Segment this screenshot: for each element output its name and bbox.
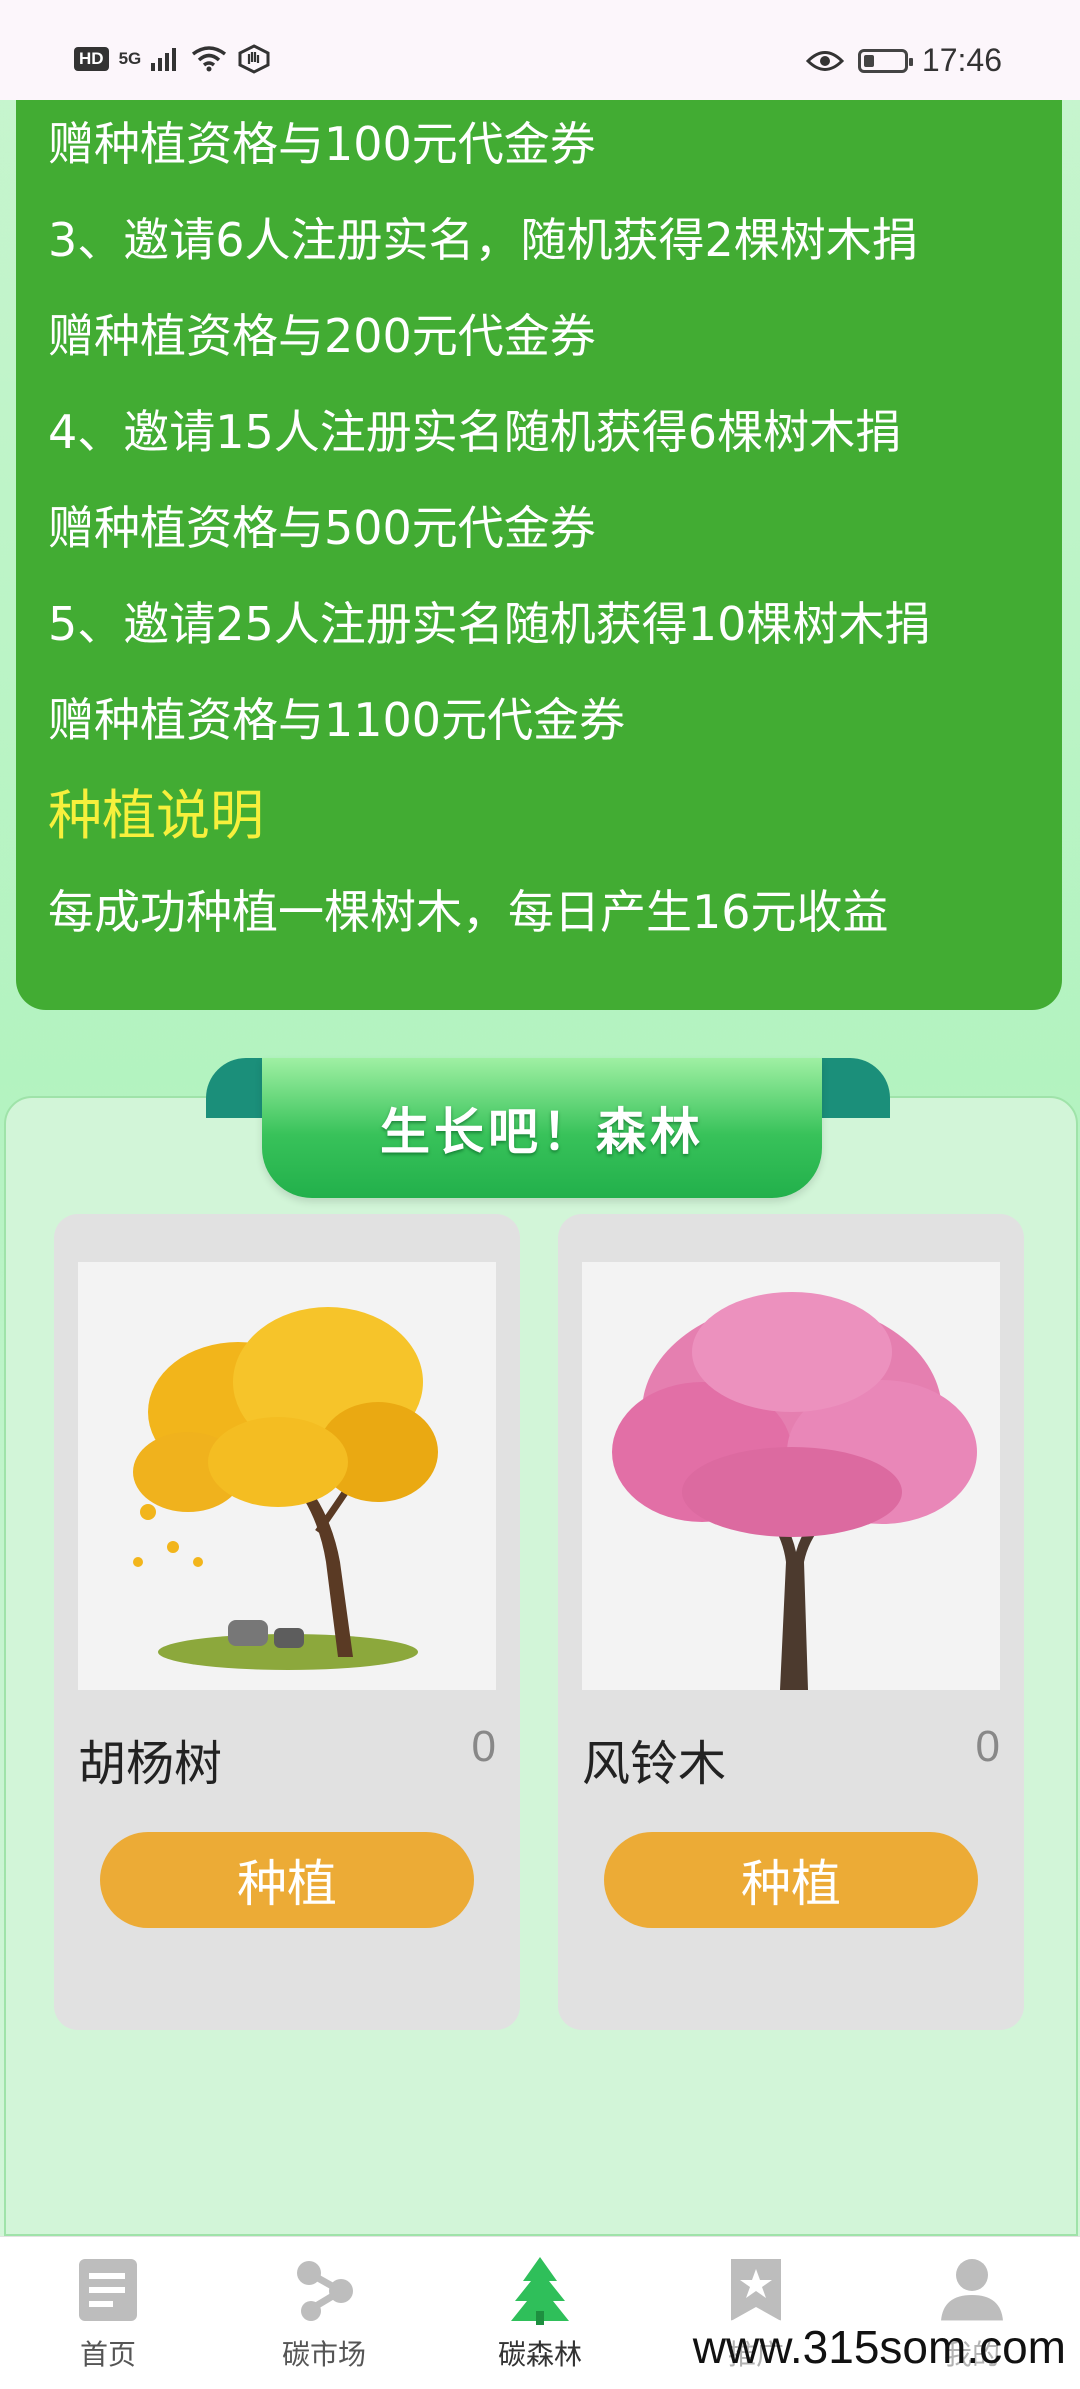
nav-label: 碳市场 xyxy=(281,2338,366,2371)
share-nodes-icon xyxy=(297,2261,353,2321)
nav-item-home[interactable]: 首页 xyxy=(8,2255,208,2385)
nav-item-carbon-market[interactable]: 碳市场 xyxy=(224,2255,424,2385)
rule-line: 赠种植资格与1100元代金券 xyxy=(48,693,626,747)
status-right: 17:46 xyxy=(805,42,1002,79)
user-icon xyxy=(941,2259,1003,2321)
wifi-icon xyxy=(192,46,227,72)
plant-button[interactable]: 种植 xyxy=(604,1832,978,1928)
nav-label: 首页 xyxy=(79,2338,136,2371)
status-bar: HD 5G 17:46 xyxy=(0,0,1080,100)
network-label: 5G xyxy=(118,49,142,68)
forest-banner-title: 生长吧！森林 xyxy=(380,1103,704,1161)
battery-icon xyxy=(857,48,913,73)
document-icon xyxy=(79,2259,137,2321)
signal-icon xyxy=(151,48,177,71)
planting-title: 种植说明 xyxy=(48,784,264,847)
rule-line: 4、邀请15人注册实名随机获得6棵树木捐 xyxy=(48,405,902,459)
rule-line: 赠种植资格与200元代金券 xyxy=(48,309,596,363)
watermark: www.315som.com xyxy=(688,2320,1070,2374)
forest-banner: 生长吧！森林 xyxy=(262,1058,822,1198)
tree-count: 0 xyxy=(471,1722,496,1771)
eye-icon xyxy=(805,50,844,71)
bookmark-star-icon xyxy=(731,2259,781,2321)
yellow-tree-image xyxy=(78,1262,496,1690)
plant-button[interactable]: 种植 xyxy=(100,1832,474,1928)
rule-line: 5、邀请25人注册实名随机获得10棵树木捐 xyxy=(48,597,931,651)
status-left: HD 5G xyxy=(74,44,271,74)
pine-tree-icon xyxy=(511,2257,569,2325)
hand-icon xyxy=(238,44,270,74)
tree-name: 风铃木 xyxy=(582,1736,727,1792)
tree-card-fenglingmu: 风铃木 0 种植 xyxy=(558,1214,1024,2030)
rule-line: 3、邀请6人注册实名，随机获得2棵树木捐 xyxy=(48,213,918,267)
pink-tree-image xyxy=(582,1262,1000,1690)
rule-line: 赠种植资格与500元代金券 xyxy=(48,501,596,555)
nav-label: 碳森林 xyxy=(497,2338,582,2371)
nav-item-carbon-forest[interactable]: 碳森林 xyxy=(440,2255,640,2385)
tree-card-huyang: 胡杨树 0 种植 xyxy=(54,1214,520,2030)
hd-badge: HD xyxy=(74,47,109,71)
tree-count: 0 xyxy=(975,1722,1000,1771)
tree-name: 胡杨树 xyxy=(78,1736,223,1792)
rule-line: 赠种植资格与100元代金券 xyxy=(48,117,596,171)
planting-description: 每成功种植一棵树木，每日产生16元收益 xyxy=(48,885,889,939)
clock: 17:46 xyxy=(921,42,1002,78)
